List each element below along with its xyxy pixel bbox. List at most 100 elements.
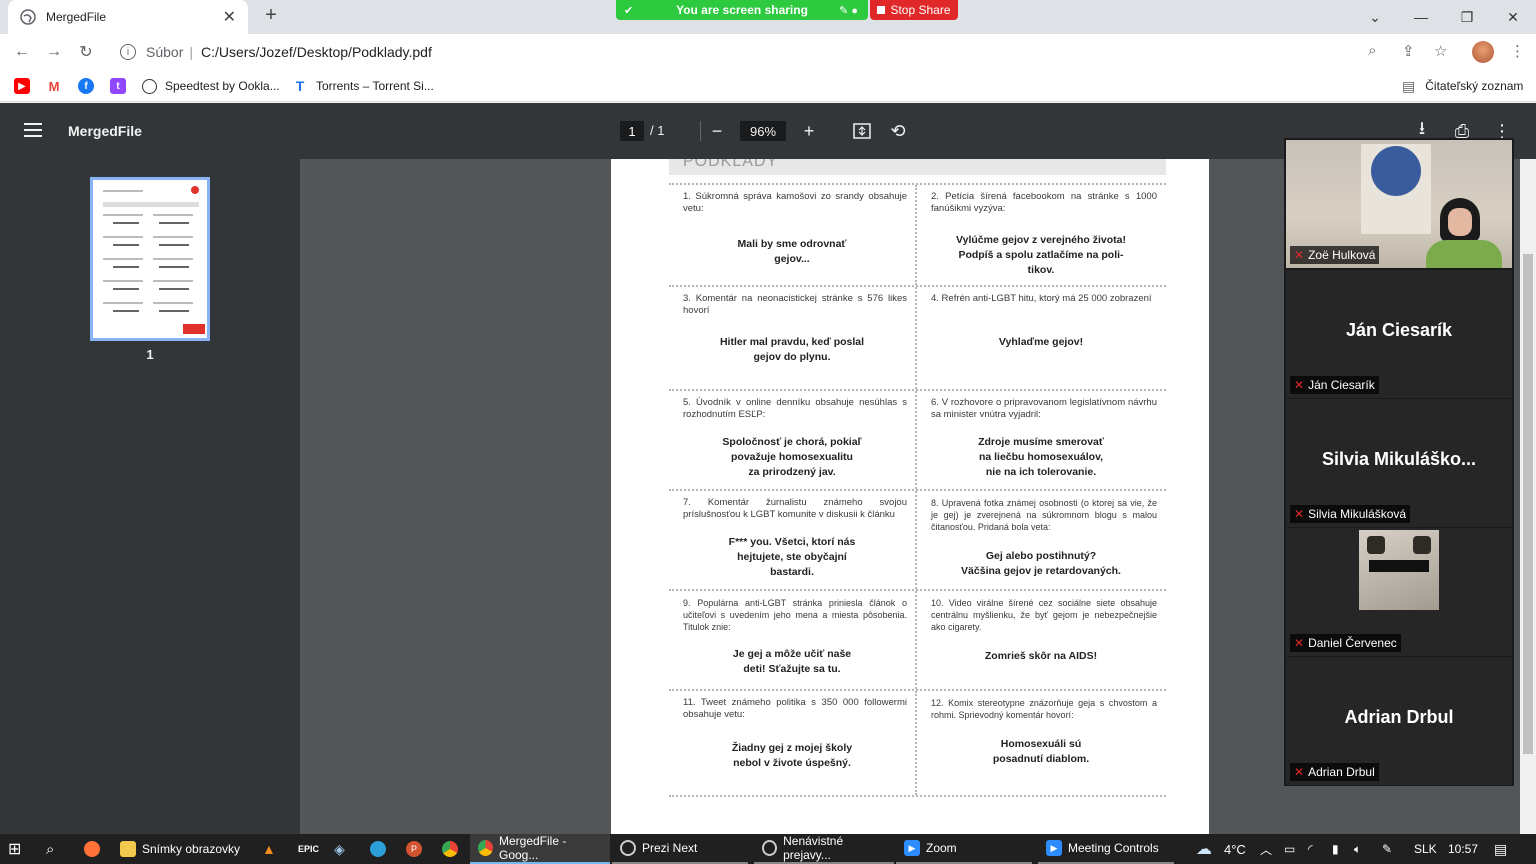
viewer-scrollbar[interactable] — [1520, 159, 1536, 834]
participant-tile[interactable]: Ján Ciesarík ✕ Ján Ciesarík — [1286, 270, 1512, 398]
zoom-page-icon[interactable]: ⌕ — [1368, 42, 1376, 59]
back-icon[interactable]: ← — [10, 40, 34, 64]
taskbar-app-snimky[interactable]: Snímky obrazovky — [112, 834, 252, 864]
bookmark-gmail[interactable]: M — [46, 76, 62, 96]
taskbar-app-prezi[interactable]: Prezi Next — [612, 834, 748, 864]
thumbnail-page-label: 1 — [146, 347, 154, 362]
statement-cell: 6. V rozhovore o pripravovanom legislatí… — [931, 397, 1157, 478]
chrome-icon[interactable] — [442, 834, 458, 864]
stop-share-button[interactable]: Stop Share — [870, 0, 958, 20]
tab-title: MergedFile — [46, 10, 107, 24]
page-thumbnail[interactable] — [90, 177, 210, 341]
sunglasses-graphic — [1369, 560, 1429, 572]
edge-icon[interactable] — [370, 834, 386, 864]
zoom-level-input[interactable]: 96% — [740, 121, 786, 141]
statement-cell: 3. Komentár na neonacistickej stránke s … — [669, 287, 917, 389]
grid-row: 1. Súkromná správa kamošovi zo srandy ob… — [669, 185, 1166, 287]
screen-sharing-indicator[interactable]: ✔ You are screen sharing ✎ ● — [616, 0, 868, 20]
participant-display-name: Silvia Mikuláško... — [1321, 449, 1477, 469]
clock[interactable]: 10:57 — [1448, 834, 1478, 864]
taskbar-app-prezi-2[interactable]: Nenávistné prejavy... — [754, 834, 894, 864]
bookmark-twitch[interactable]: t — [110, 76, 126, 96]
bookmark-torrents[interactable]: T Torrents – Torrent Si... — [292, 76, 434, 96]
wifi-icon[interactable]: ◜ — [1308, 834, 1313, 864]
zoom-icon: ▶ — [1046, 840, 1062, 856]
facebook-icon: f — [78, 78, 94, 94]
start-icon[interactable]: ⊞ — [8, 834, 21, 864]
prezi-icon — [762, 840, 778, 856]
window-close-icon[interactable]: ✕ — [1490, 0, 1536, 34]
grid-row: 7. Komentár žurnalistu známeho svojou pr… — [669, 491, 1166, 591]
bookmark-star-icon[interactable]: ☆ — [1434, 42, 1447, 60]
pdf-page: PODKLADY 1. Súkromná správa kamošovi zo … — [611, 159, 1209, 834]
volume-icon[interactable]: 🔈︎ — [1354, 834, 1361, 864]
participant-tile[interactable]: Adrian Drbul ✕ Adrian Drbul — [1286, 657, 1512, 785]
participant-tile[interactable]: ✕ Daniel Červenec — [1286, 528, 1512, 656]
bookmark-youtube[interactable]: ▶ — [14, 76, 30, 96]
participant-tile[interactable]: Silvia Mikuláško... ✕ Silvia Mikulášková — [1286, 399, 1512, 527]
temperature[interactable]: 4°C — [1224, 834, 1246, 864]
bookmark-speedtest[interactable]: Speedtest by Ookla... — [142, 76, 280, 96]
weather-icon[interactable]: ☁ — [1196, 834, 1212, 864]
restore-icon[interactable]: ❐ — [1444, 0, 1490, 34]
chrome-menu-icon[interactable]: ⋮ — [1510, 42, 1525, 60]
show-hidden-icons[interactable]: ︿ — [1260, 834, 1272, 864]
search-icon[interactable]: ⌕ — [46, 834, 54, 864]
menu-icon[interactable] — [24, 123, 42, 137]
share-page-icon[interactable]: ⇪ — [1402, 42, 1415, 60]
zoom-in-icon[interactable]: + — [797, 119, 821, 143]
profile-avatar[interactable] — [1472, 41, 1494, 63]
taskbar-app-chrome[interactable]: MergedFile - Goog... — [470, 834, 610, 864]
browser-tab[interactable]: MergedFile ✕ — [8, 0, 248, 34]
participant-display-name: Ján Ciesarík — [1345, 320, 1453, 340]
bookmarks-bar: ▶ M f t Speedtest by Ookla... T Torrents… — [0, 70, 1536, 102]
forward-icon[interactable]: → — [42, 40, 66, 64]
torrent-icon: T — [292, 78, 308, 94]
page-total: / 1 — [650, 123, 665, 138]
statement-cell: 9. Populárna anti-LGBT stránka priniesla… — [669, 591, 917, 689]
zoom-icon: ▶ — [904, 840, 920, 856]
minimize-icon[interactable]: — — [1398, 0, 1444, 34]
new-tab-button[interactable]: + — [260, 4, 282, 27]
pen-icon[interactable]: ✎ — [1382, 834, 1392, 864]
twitch-icon: t — [110, 78, 126, 94]
statement-cell: 4. Refrén anti-LGBT hitu, ktorý má 25 00… — [931, 293, 1152, 348]
taskbar-app-zoom[interactable]: ▶ Zoom — [896, 834, 1032, 864]
participant-avatar-image — [1359, 530, 1439, 610]
participant-name-tag: ✕ Daniel Červenec — [1290, 634, 1401, 652]
fit-page-glyph — [853, 123, 871, 139]
powerpoint-icon[interactable]: P — [406, 834, 422, 864]
windows-taskbar: ⊞ ⌕ Snímky obrazovky ▲ EPIC ◈ P MergedFi… — [0, 834, 1536, 864]
taskbar-app-meeting-controls[interactable]: ▶ Meeting Controls — [1038, 834, 1174, 864]
scrollbar-thumb[interactable] — [1523, 254, 1533, 754]
participant-tile[interactable]: ✕ Zoë Hulková — [1286, 140, 1512, 268]
battery-icon[interactable]: ▮ — [1332, 834, 1339, 864]
statement-cell: 7. Komentár žurnalistu známeho svojou pr… — [669, 491, 917, 589]
reading-list[interactable]: ▤ Čitateľský zoznam — [1402, 76, 1523, 96]
fit-page-icon[interactable] — [850, 119, 874, 143]
grid-row: 3. Komentár na neonacistickej stránke s … — [669, 287, 1166, 391]
bookmark-facebook[interactable]: f — [78, 76, 94, 96]
info-icon[interactable]: i — [120, 44, 136, 60]
muted-mic-icon: ✕ — [1294, 507, 1305, 521]
language-indicator[interactable]: SLK — [1414, 834, 1437, 864]
steam-icon[interactable]: ◈ — [334, 834, 345, 864]
participant-display-name: Adrian Drbul — [1344, 707, 1454, 727]
notifications-icon[interactable]: ▤ — [1494, 834, 1507, 864]
address-bar[interactable]: i Súbor | C:/Users/Jozef/Desktop/Podklad… — [108, 37, 1462, 67]
close-tab-icon[interactable]: ✕ — [223, 7, 236, 27]
reload-icon[interactable]: ↻ — [74, 40, 98, 64]
statement-cell: 2. Petícia šírená facebookom na stránke … — [931, 191, 1157, 276]
zoom-out-icon[interactable]: − — [705, 119, 729, 143]
epic-games-icon[interactable]: EPIC — [298, 834, 319, 864]
participant-name-tag: ✕ Ján Ciesarík — [1290, 376, 1379, 394]
page-number-input[interactable]: 1 — [620, 121, 644, 141]
device-icon[interactable]: ▭ — [1284, 834, 1295, 864]
thumb-logo — [191, 186, 199, 194]
gmail-icon: M — [46, 78, 62, 94]
browser-toolbar: ← → ↻ i Súbor | C:/Users/Jozef/Desktop/P… — [0, 34, 1536, 70]
vlc-icon[interactable]: ▲ — [262, 834, 276, 864]
firefox-icon[interactable] — [84, 834, 100, 864]
tab-search-icon[interactable]: ⌄ — [1352, 0, 1398, 34]
rotate-icon[interactable]: ⟲ — [886, 119, 910, 143]
